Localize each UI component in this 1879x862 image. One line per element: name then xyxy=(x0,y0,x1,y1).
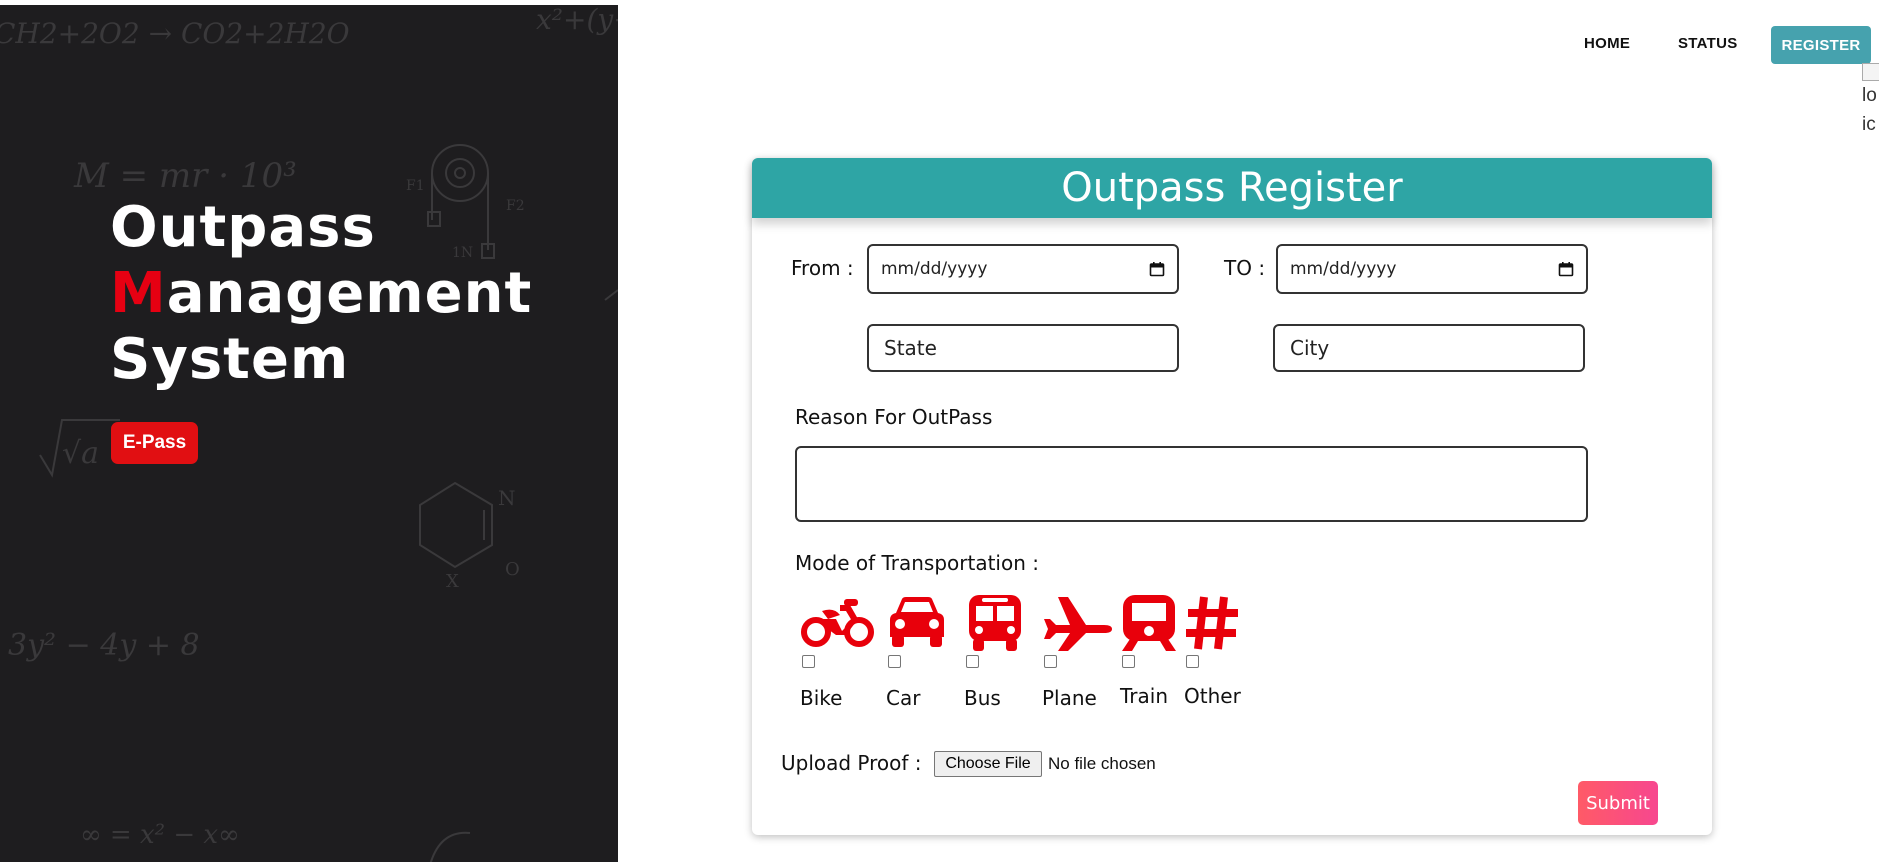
reason-textarea[interactable] xyxy=(795,446,1588,522)
app-title: Outpass Management System xyxy=(110,195,532,393)
from-date-input[interactable]: mm/dd/yyyy xyxy=(867,244,1179,294)
title-line-2: anagement xyxy=(166,261,533,326)
plane-icon xyxy=(1044,597,1112,651)
nav-status-link[interactable]: STATUS xyxy=(1678,35,1738,52)
doodle-text: ∞ = x² − x∞ xyxy=(80,820,240,850)
mode-checkbox-plane[interactable] xyxy=(1044,655,1057,668)
mode-label-plane: Plane xyxy=(1042,686,1097,710)
hashtag-icon xyxy=(1186,596,1238,650)
city-placeholder: City xyxy=(1290,336,1330,360)
chalkboard-doodles: CH2+2O2 → CO2+2H2O x²+(y− M = mr · 10³ F… xyxy=(0,5,618,862)
broken-logo-image: lo ic xyxy=(1862,63,1879,143)
title-line-3: System xyxy=(110,327,350,392)
epass-badge: E-Pass xyxy=(111,422,198,464)
motorcycle-icon xyxy=(801,599,874,647)
mode-label-bus: Bus xyxy=(964,686,1001,710)
doodle-text: √a xyxy=(62,436,99,471)
mode-checkbox-bus[interactable] xyxy=(966,655,979,668)
to-label: TO : xyxy=(1224,256,1266,280)
bus-icon xyxy=(969,595,1021,651)
broken-image-icon xyxy=(1862,63,1879,81)
from-date-placeholder: mm/dd/yyyy xyxy=(881,259,988,279)
file-status-text: No file chosen xyxy=(1048,754,1156,773)
choose-file-button[interactable]: Choose File xyxy=(934,751,1042,777)
mode-label-bike: Bike xyxy=(800,686,843,710)
doodle-text: N xyxy=(498,486,516,510)
outpass-form-card: Outpass Register From : mm/dd/yyyy TO : … xyxy=(752,158,1712,835)
doodle-text: 3y² − 4y + 8 xyxy=(8,628,200,663)
doodle-text: F1 xyxy=(406,178,425,194)
mode-label-car: Car xyxy=(886,686,921,710)
mode-label: Mode of Transportation : xyxy=(795,551,1039,575)
from-label: From : xyxy=(791,256,854,280)
mode-checkbox-train[interactable] xyxy=(1122,655,1135,668)
doodle-text: CH2+2O2 → CO2+2H2O xyxy=(0,17,350,50)
car-icon xyxy=(890,597,944,647)
doodle-text: M = mr · 10³ xyxy=(73,156,297,196)
calendar-icon[interactable] xyxy=(1149,261,1165,277)
nav-register-button[interactable]: REGISTER xyxy=(1771,26,1871,64)
state-input[interactable]: State xyxy=(867,324,1179,372)
mode-checkbox-other[interactable] xyxy=(1186,655,1199,668)
mode-label-other: Other xyxy=(1184,684,1241,708)
reason-label: Reason For OutPass xyxy=(795,405,993,429)
title-line-1: Outpass xyxy=(110,195,376,260)
upload-label: Upload Proof : xyxy=(781,751,922,775)
to-date-input[interactable]: mm/dd/yyyy xyxy=(1276,244,1588,294)
hero-panel: CH2+2O2 → CO2+2H2O x²+(y− M = mr · 10³ F… xyxy=(0,5,618,862)
mode-checkbox-bike[interactable] xyxy=(802,655,815,668)
city-input[interactable]: City xyxy=(1273,324,1585,372)
state-placeholder: State xyxy=(884,336,937,360)
to-date-placeholder: mm/dd/yyyy xyxy=(1290,259,1397,279)
calendar-icon[interactable] xyxy=(1558,261,1574,277)
doodle-text: x²+(y− xyxy=(536,5,618,36)
mode-label-train: Train xyxy=(1120,684,1168,708)
nav-home-link[interactable]: HOME xyxy=(1584,35,1630,52)
form-title: Outpass Register xyxy=(752,158,1712,218)
train-icon xyxy=(1122,595,1176,651)
broken-image-alt-1: lo xyxy=(1862,85,1877,106)
doodle-text: X xyxy=(446,571,459,592)
broken-image-alt-2: ic xyxy=(1862,114,1876,135)
submit-button[interactable]: Submit xyxy=(1578,781,1658,825)
doodle-text: O xyxy=(505,559,520,580)
title-accent-letter: M xyxy=(110,261,167,326)
mode-checkbox-car[interactable] xyxy=(888,655,901,668)
